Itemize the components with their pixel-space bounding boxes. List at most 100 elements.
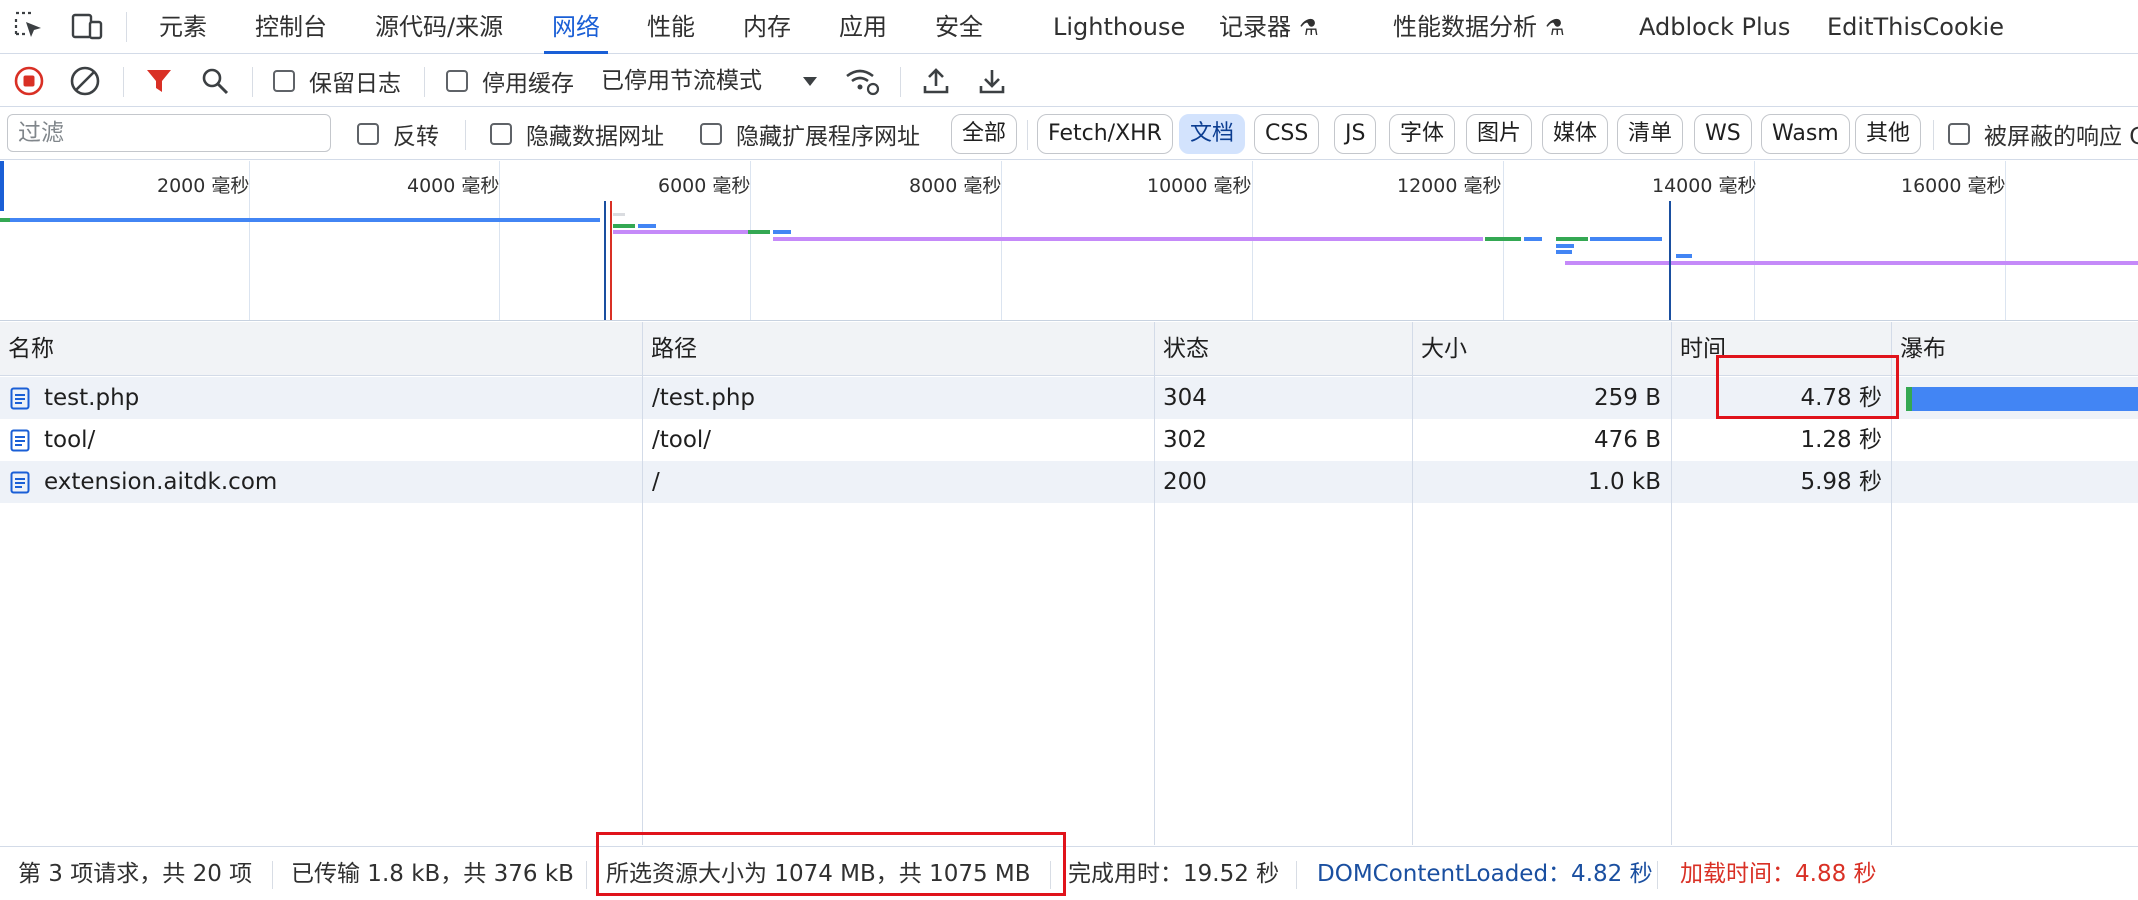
request-time: 5.98 秒: [1800, 469, 1882, 495]
tab-lighthouse[interactable]: Lighthouse: [1053, 0, 1185, 54]
checkbox-box[interactable]: [490, 123, 512, 145]
tab-performance[interactable]: 性能: [647, 0, 695, 54]
type-filter-ws[interactable]: WS: [1694, 114, 1752, 154]
overview-tick-label: 6000 毫秒: [658, 175, 751, 197]
device-toolbar-icon[interactable]: [70, 9, 104, 43]
overview-request-bar: [638, 224, 656, 228]
table-row[interactable]: extension.aitdk.com / 200 1.0 kB 5.98 秒: [0, 461, 2138, 503]
search-button[interactable]: [197, 63, 233, 99]
checkbox-box[interactable]: [273, 70, 295, 92]
type-filter-all[interactable]: 全部: [951, 114, 1018, 154]
overview-request-bar: [1565, 261, 2138, 265]
filter-bar: 反转 隐藏数据网址 隐藏扩展程序网址 全部 Fetch/XHR 文档 CSS J…: [0, 108, 2138, 160]
column-divider[interactable]: [642, 322, 643, 845]
type-filter-document[interactable]: 文档: [1179, 114, 1246, 154]
column-header-size[interactable]: 大小: [1413, 322, 1467, 376]
network-overview[interactable]: 2000 毫秒 4000 毫秒 6000 毫秒 8000 毫秒 10000 毫秒…: [0, 161, 2138, 321]
filter-toggle-button[interactable]: [141, 63, 177, 99]
column-divider[interactable]: [1154, 322, 1155, 845]
overview-request-bar: [0, 218, 10, 222]
type-filter-wasm[interactable]: Wasm: [1761, 114, 1850, 154]
stop-recording-button[interactable]: [11, 63, 47, 99]
tab-performance-insights[interactable]: 性能数据分析 ⚗: [1393, 0, 1565, 54]
download-icon: [979, 70, 1005, 94]
column-divider[interactable]: [1412, 322, 1413, 845]
column-header-path[interactable]: 路径: [643, 322, 697, 376]
column-header-waterfall[interactable]: 瀑布: [1892, 322, 1946, 376]
overview-request-bar: [773, 230, 791, 234]
tab-adblock-plus[interactable]: Adblock Plus: [1639, 0, 1790, 54]
overview-request-bar: [1556, 237, 1588, 241]
tab-application[interactable]: 应用: [839, 0, 887, 54]
disable-cache-checkbox[interactable]: 停用缓存: [446, 55, 574, 107]
tab-memory[interactable]: 内存: [743, 0, 791, 54]
hide-data-urls-label: 隐藏数据网址: [526, 124, 664, 150]
overview-request-bar: [1556, 250, 1572, 254]
type-filter-font[interactable]: 字体: [1389, 114, 1456, 154]
request-size: 1.0 kB: [1588, 469, 1661, 495]
checkbox-box[interactable]: [700, 123, 722, 145]
divider: [424, 67, 425, 97]
hide-extension-urls-label: 隐藏扩展程序网址: [736, 124, 920, 150]
checkbox-box[interactable]: [1948, 123, 1970, 145]
type-filter-css[interactable]: CSS: [1254, 114, 1320, 154]
checkbox-box[interactable]: [446, 70, 468, 92]
inspect-element-icon[interactable]: [12, 9, 46, 43]
disable-cache-label: 停用缓存: [482, 71, 574, 97]
tab-editthiscookie[interactable]: EditThisCookie: [1827, 0, 2004, 54]
throttling-select[interactable]: 已停用节流模式: [601, 55, 762, 107]
type-filter-other[interactable]: 其他: [1855, 114, 1922, 154]
type-filter-js[interactable]: JS: [1334, 114, 1377, 154]
checkbox-box[interactable]: [357, 123, 379, 145]
network-conditions-button[interactable]: [844, 63, 880, 99]
network-toolbar: 保留日志 停用缓存 已停用节流模式: [0, 55, 2138, 107]
overview-tick-label: 2000 毫秒: [157, 175, 250, 197]
invert-label: 反转: [393, 124, 439, 150]
type-filter-media[interactable]: 媒体: [1542, 114, 1609, 154]
filter-input[interactable]: [7, 114, 331, 152]
tab-elements[interactable]: 元素: [159, 0, 207, 54]
column-header-status[interactable]: 状态: [1155, 322, 1209, 376]
tab-security[interactable]: 安全: [935, 0, 983, 54]
preserve-log-checkbox[interactable]: 保留日志: [273, 55, 401, 107]
summary-load-time: 加载时间：4.88 秒: [1680, 861, 1877, 887]
overview-tick-label: 10000 毫秒: [1147, 175, 1252, 197]
table-row[interactable]: tool/ /tool/ 302 476 B 1.28 秒: [0, 419, 2138, 461]
divider: [123, 67, 124, 97]
tab-sources[interactable]: 源代码/来源: [375, 0, 503, 54]
experiment-flask-icon: ⚗: [1299, 16, 1319, 41]
export-har-button[interactable]: [974, 63, 1010, 99]
clear-button[interactable]: [67, 63, 103, 99]
tab-console[interactable]: 控制台: [255, 0, 327, 54]
throttling-dropdown-button[interactable]: [792, 63, 828, 99]
import-har-button[interactable]: [918, 63, 954, 99]
type-filter-fetch-xhr[interactable]: Fetch/XHR: [1037, 114, 1173, 154]
column-header-name[interactable]: 名称: [0, 322, 54, 376]
type-filter-manifest[interactable]: 清单: [1617, 114, 1684, 154]
request-status: 304: [1163, 385, 1207, 411]
search-icon: [202, 68, 229, 95]
waterfall-bar: [1912, 387, 2138, 411]
hide-data-urls-checkbox[interactable]: 隐藏数据网址: [490, 108, 664, 160]
record-icon: [14, 66, 44, 96]
overview-request-bar: [1556, 244, 1574, 248]
overview-request-bar: [773, 237, 1483, 241]
summary-transferred: 已传输 1.8 kB，共 376 kB: [291, 861, 574, 887]
request-name: extension.aitdk.com: [44, 469, 278, 495]
hide-extension-urls-checkbox[interactable]: 隐藏扩展程序网址: [700, 108, 920, 160]
overview-left-handle[interactable]: [0, 161, 4, 211]
invert-checkbox[interactable]: 反转: [357, 108, 439, 160]
tab-network[interactable]: 网络: [544, 0, 608, 54]
type-filter-image[interactable]: 图片: [1466, 114, 1533, 154]
blocked-responses-label: 被屏蔽的响应 C: [1984, 124, 2138, 150]
request-path: /: [652, 469, 660, 495]
tab-recorder[interactable]: 记录器 ⚗: [1219, 0, 1319, 54]
column-divider[interactable]: [1671, 322, 1672, 845]
request-path: /test.php: [652, 385, 756, 411]
time-highlight-box: [1716, 355, 1899, 419]
blocked-responses-checkbox[interactable]: 被屏蔽的响应 C: [1948, 108, 2138, 160]
clear-icon: [70, 66, 100, 96]
document-icon: [10, 471, 30, 494]
overview-request-bar: [613, 224, 635, 228]
divider: [586, 861, 587, 889]
